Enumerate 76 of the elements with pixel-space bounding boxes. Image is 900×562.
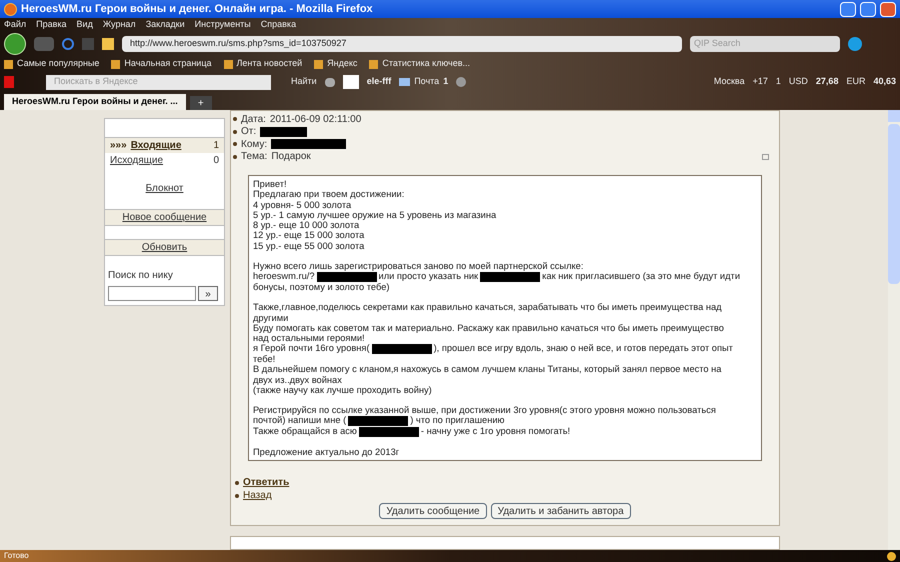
message-text: бонусы, поэтому и золото тебе) <box>253 282 390 292</box>
message-text: Регистрируйся по ссылке указанной выше, при достижении 3го уровня(с этого уровня можно пользоваться <box>253 405 716 416</box>
window-title: HeroesWM.ru Герои войны и денег. Онлайн игра. - Mozilla Firefox <box>21 2 373 17</box>
message-text: Также,главное,поделюсь секретами как правильно качаться, зарабатывать что бы иметь преимущества над <box>253 302 722 312</box>
field-value: Подарок <box>271 150 311 164</box>
user-name[interactable]: ele-fff <box>366 75 392 89</box>
folder-prefix: »»» <box>110 139 127 153</box>
folder-link[interactable]: Исходящие <box>110 153 214 168</box>
temperature: +17 <box>752 75 768 88</box>
message-text: я Герой почти 16го уровня( <box>253 343 370 354</box>
bookmark-link[interactable]: Статистика ключев... <box>382 57 470 71</box>
folder-row[interactable]: Исходящие 0 <box>104 153 225 168</box>
new-tab-button[interactable]: + <box>190 96 212 110</box>
message-text: другими <box>253 312 288 323</box>
usd-rate: 27,68 <box>816 75 838 88</box>
message-text: 5 ур.- 1 самую лучшее оружие на 5 уровень из магазина <box>253 210 496 220</box>
find-button[interactable]: Найти <box>291 75 317 89</box>
search-label: Поиск по нику <box>108 269 174 283</box>
bookmark-link[interactable]: Самые популярные <box>17 57 100 71</box>
field-label: От: <box>241 125 256 140</box>
message-text: Нужно всего лишь зарегистрироваться заново по моей партнерской ссылке: <box>253 261 584 272</box>
eur-rate: 40,63 <box>873 75 896 88</box>
message-text: ), прошел все игру вдоль, знаю о ней все, и готов передать этот опыт <box>434 343 733 354</box>
message-text: heroeswm.ru/? <box>253 271 314 282</box>
message-text: Предложение актуально до 2013г <box>253 446 400 457</box>
menu-item[interactable]: Журнал <box>102 18 136 32</box>
folder-count: 0 <box>213 154 219 168</box>
menu-item[interactable]: Инструменты <box>194 18 251 32</box>
menu-item[interactable]: Вид <box>76 18 93 32</box>
message-text: ) что по приглашению <box>410 415 505 426</box>
action-link[interactable]: Назад <box>243 488 272 504</box>
message-text: Также обращайся в асю <box>253 426 357 436</box>
menu-item[interactable]: Правка <box>36 18 67 32</box>
message-text: как ник пригласившего (за это мне будут идти <box>542 271 740 282</box>
message-text: В дальнейшем помогу с кланом,я нахожусь в самом лучшем кланы Титаны, который занял первое место на <box>253 364 722 374</box>
message-text: Предлагаю при твоем достижении: <box>253 189 404 200</box>
field-value: 2011-06-09 02:11:00 <box>270 112 362 127</box>
eur-label: EUR <box>846 75 866 88</box>
message-text: или просто указать ник <box>378 271 478 282</box>
address-field[interactable]: http://www.heroeswm.ru/sms.php?sms_id=103750927 <box>122 36 682 52</box>
bookmark-link[interactable]: Лента новостей <box>236 57 302 71</box>
menu-item[interactable]: Закладки <box>146 18 185 32</box>
browser-tab[interactable]: HeroesWM.ru Герои войны и денег. ... <box>4 94 186 110</box>
action-button[interactable]: Удалить сообщение <box>379 502 487 519</box>
mail-label[interactable]: Почта <box>414 75 440 89</box>
bookmark-link[interactable]: Начальная страница <box>124 57 212 71</box>
message-text: над остальными героями! <box>253 333 365 344</box>
menu-item[interactable]: Справка <box>260 18 296 32</box>
message-text: 8 ур.- еще 10 000 золота <box>253 220 360 230</box>
status-text: Готово <box>4 550 29 562</box>
notepad-link[interactable]: Блокнот <box>146 181 184 196</box>
folder-row[interactable]: »»» Входящие 1 <box>104 138 225 153</box>
mail-count: 1 <box>443 75 448 88</box>
city-label: Москва <box>714 75 745 88</box>
message-text: двух из..двух войнах <box>253 374 342 385</box>
counter: 1 <box>776 75 781 88</box>
message-text: Буду помогать как советом так и материально. Раскажу как правильно качаться что бы иметь преимущество <box>253 322 724 333</box>
message-text: 12 ур.- еще 15 000 золота <box>253 230 364 240</box>
menu-item[interactable]: Файл <box>4 18 26 32</box>
field-label: Дата: <box>241 112 266 127</box>
message-text: (также научу как лучше проходить войну) <box>253 384 432 395</box>
field-label: Тема: <box>241 150 268 164</box>
folder-link[interactable]: Входящие <box>130 138 214 153</box>
message-text: Привет! <box>253 179 287 189</box>
message-text: 15 ур.- еще 55 000 золота <box>253 240 364 251</box>
message-text: тебе! <box>253 354 276 364</box>
action-button[interactable]: Удалить и забанить автора <box>490 502 631 519</box>
action-link[interactable]: Ответить <box>243 475 290 490</box>
folder-count: 1 <box>213 139 219 153</box>
message-text: - начну уже с 1го уровня помогать! <box>420 426 570 436</box>
usd-label: USD <box>788 75 808 88</box>
search-go-button[interactable]: » <box>198 286 218 301</box>
message-text: почтой) напиши мне ( <box>253 415 346 426</box>
message-text: 4 уровня- 5 000 золота <box>253 200 352 210</box>
field-label: Кому: <box>241 138 268 152</box>
bookmark-link[interactable]: Яндекс <box>327 57 358 71</box>
